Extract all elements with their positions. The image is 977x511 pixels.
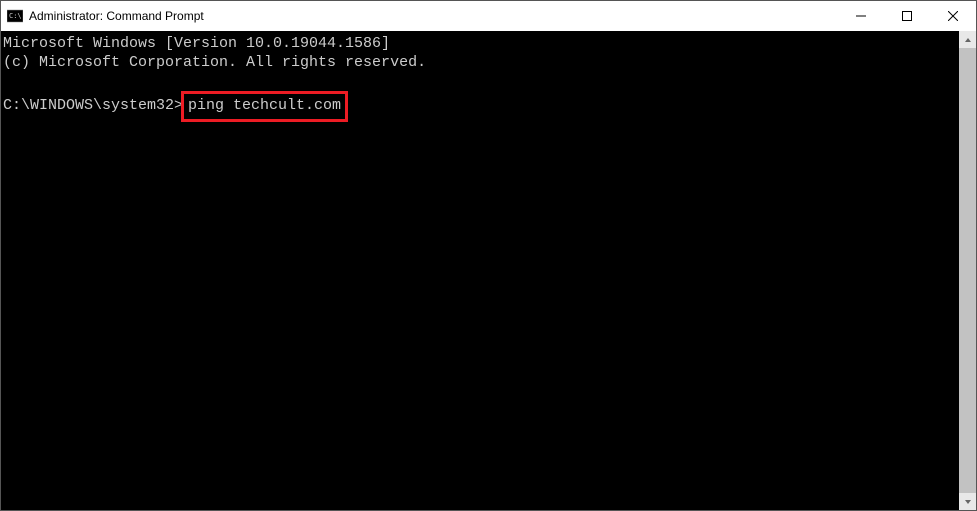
maximize-button[interactable] (884, 1, 930, 31)
scroll-track[interactable] (959, 48, 976, 493)
close-button[interactable] (930, 1, 976, 31)
terminal-line: (c) Microsoft Corporation. All rights re… (3, 54, 426, 71)
window-controls (838, 1, 976, 31)
minimize-button[interactable] (838, 1, 884, 31)
svg-text:C:\: C:\ (9, 12, 22, 20)
terminal-output[interactable]: Microsoft Windows [Version 10.0.19044.15… (1, 31, 959, 510)
scroll-thumb[interactable] (959, 48, 976, 493)
vertical-scrollbar[interactable] (959, 31, 976, 510)
terminal-prompt: C:\WINDOWS\system32> (3, 97, 183, 116)
command-highlight: ping techcult.com (181, 91, 348, 122)
command-prompt-icon: C:\ (7, 8, 23, 24)
scroll-up-arrow-icon[interactable] (959, 31, 976, 48)
terminal-command: ping techcult.com (188, 97, 341, 114)
command-prompt-window: C:\ Administrator: Command Prompt Micros… (0, 0, 977, 511)
scroll-down-arrow-icon[interactable] (959, 493, 976, 510)
title-bar[interactable]: C:\ Administrator: Command Prompt (1, 1, 976, 31)
title-left-section: C:\ Administrator: Command Prompt (7, 8, 204, 24)
window-title: Administrator: Command Prompt (29, 9, 204, 23)
terminal-wrapper: Microsoft Windows [Version 10.0.19044.15… (1, 31, 976, 510)
terminal-line: Microsoft Windows [Version 10.0.19044.15… (3, 35, 390, 52)
